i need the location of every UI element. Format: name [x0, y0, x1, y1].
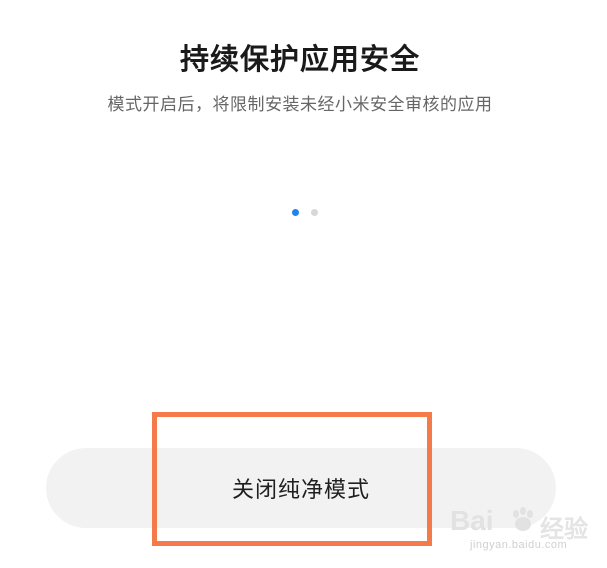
- app-screen: 持续保护应用安全 模式开启后，将限制安装未经小米安全审核的应用 关闭纯净模式 B…: [0, 0, 607, 568]
- close-pure-mode-button-label: 关闭纯净模式: [231, 478, 370, 503]
- page-title: 持续保护应用安全: [179, 42, 420, 76]
- page-indicator: [292, 209, 318, 216]
- page-indicator-dot[interactable]: [311, 209, 318, 216]
- baidu-jingyan-watermark: Bai 经验 jingyan.baidu.com: [450, 505, 600, 561]
- watermark-url: jingyan.baidu.com: [470, 539, 568, 551]
- paw-icon: [513, 507, 533, 531]
- watermark-brand: Bai: [450, 505, 494, 536]
- page-subtitle: 模式开启后，将限制安装未经小米安全审核的应用: [107, 95, 493, 115]
- page-indicator-dot-active[interactable]: [292, 209, 299, 216]
